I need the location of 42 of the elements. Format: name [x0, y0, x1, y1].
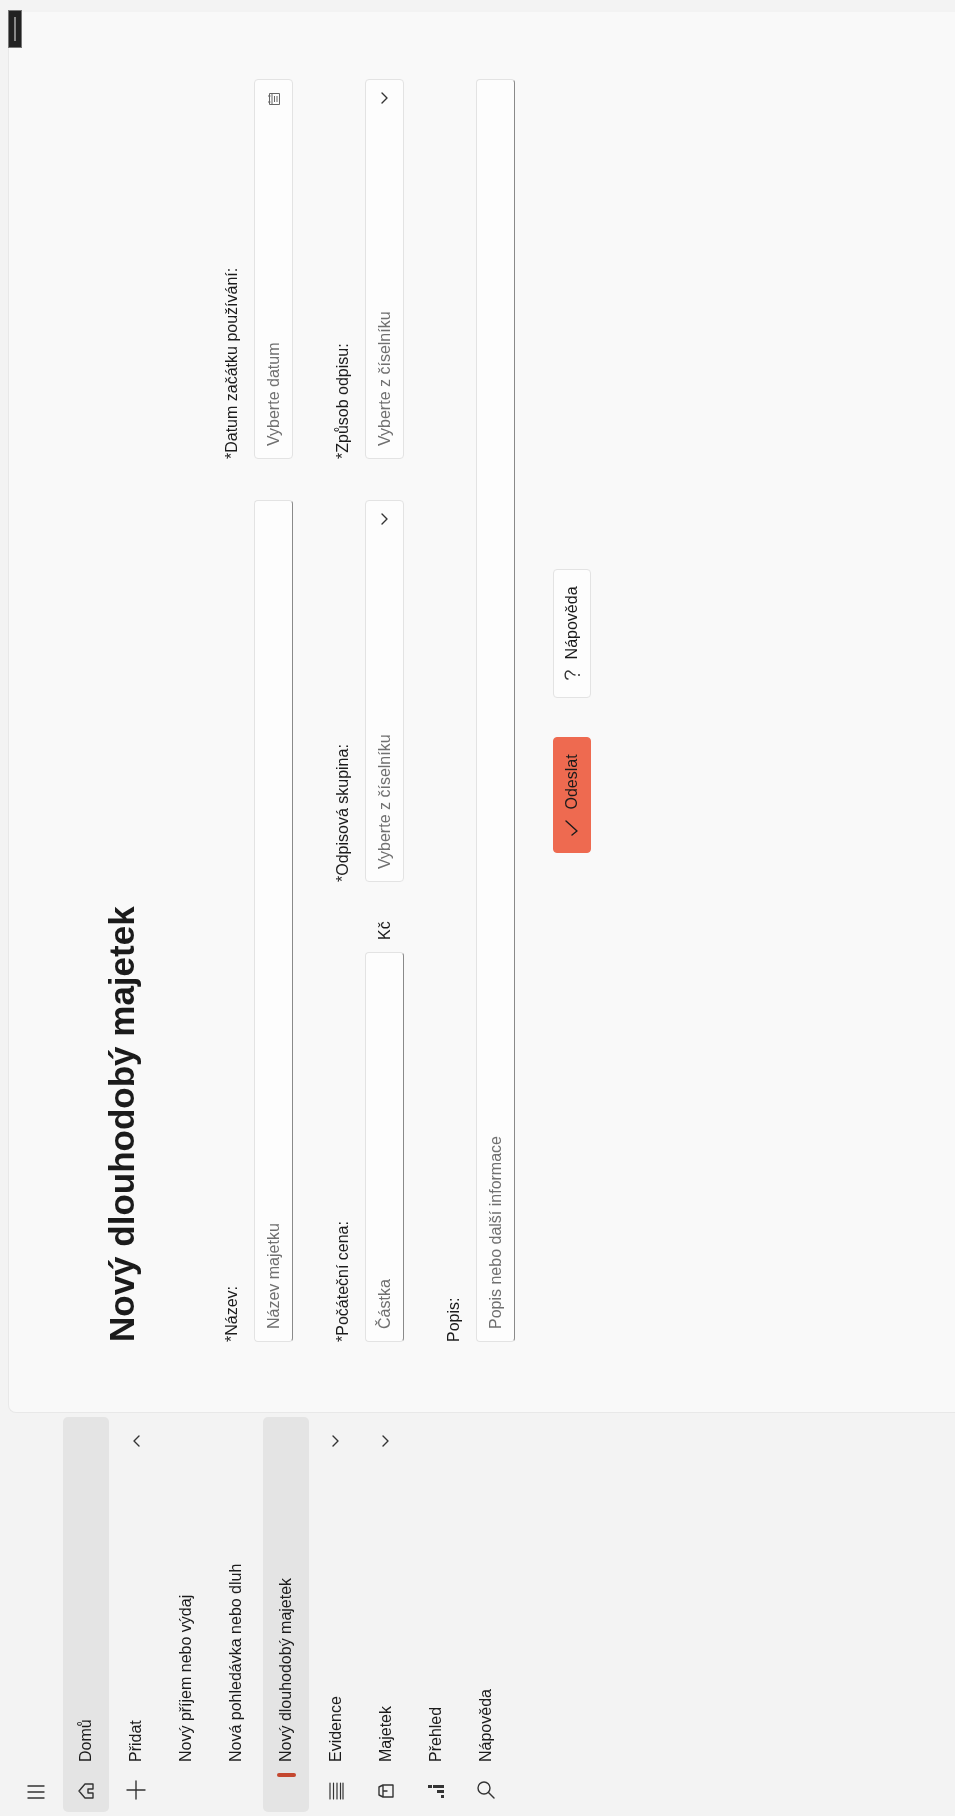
nav-item[interactable]: Přehled [413, 1417, 459, 1812]
nav-item[interactable]: Nápověda [463, 1417, 509, 1812]
select-field[interactable]: Vyberte z číselníku [365, 79, 404, 459]
field-label: *Datum začátku používání: [222, 267, 241, 459]
nav-item[interactable]: Evidence [313, 1417, 359, 1812]
field-label: Popis: [444, 1297, 463, 1342]
calendar-icon [266, 92, 281, 106]
select-field[interactable]: Vyberte z číselníku [365, 500, 404, 882]
date-field[interactable]: Vyberte datum [254, 79, 293, 459]
nav-item[interactable]: Nový příjem nebo výdaj [163, 1417, 209, 1812]
name-field[interactable]: Název majetku [254, 500, 293, 1342]
box-icon [377, 1782, 395, 1800]
currency-unit: Kč [375, 921, 394, 940]
field-label: *Počáteční cena: [333, 1221, 352, 1342]
page-title: Nový dlouhodobý majetek [101, 906, 142, 1342]
active-indicator [277, 1773, 296, 1777]
help-button[interactable]: Nápověda [553, 569, 591, 699]
chevron-down-icon [380, 92, 389, 104]
signal-bars-icon [427, 1782, 445, 1800]
nav-item[interactable]: Nový dlouhodobý majetek [263, 1417, 309, 1812]
chevron-up-icon [132, 1435, 140, 1447]
nav-item[interactable]: Přidat [113, 1417, 159, 1812]
amount-field[interactable]: Částka [365, 952, 404, 1342]
description-field[interactable]: Popis nebo další informace [476, 79, 515, 1342]
chevron-down-icon [382, 1435, 390, 1447]
search-icon [476, 1780, 496, 1800]
menu-icon[interactable] [27, 1784, 45, 1800]
nav-item[interactable]: Domů [63, 1417, 109, 1812]
plus-icon [126, 1780, 146, 1800]
window-handle-icon [8, 10, 22, 48]
chevron-down-icon [332, 1435, 340, 1447]
field-label: *Způsob odpisu: [333, 343, 352, 459]
field-label: *Název: [222, 1285, 241, 1342]
list-icon [328, 1782, 344, 1800]
home-icon [77, 1782, 95, 1800]
question-icon [563, 669, 581, 682]
field-label: *Odpisová skupina: [333, 744, 352, 882]
check-icon [565, 819, 579, 836]
nav-item[interactable]: Nová pohledávka nebo dluh [213, 1417, 259, 1812]
chevron-down-icon [380, 513, 389, 525]
nav-item[interactable]: Majetek [363, 1417, 409, 1812]
submit-button[interactable]: Odeslat [553, 737, 591, 853]
